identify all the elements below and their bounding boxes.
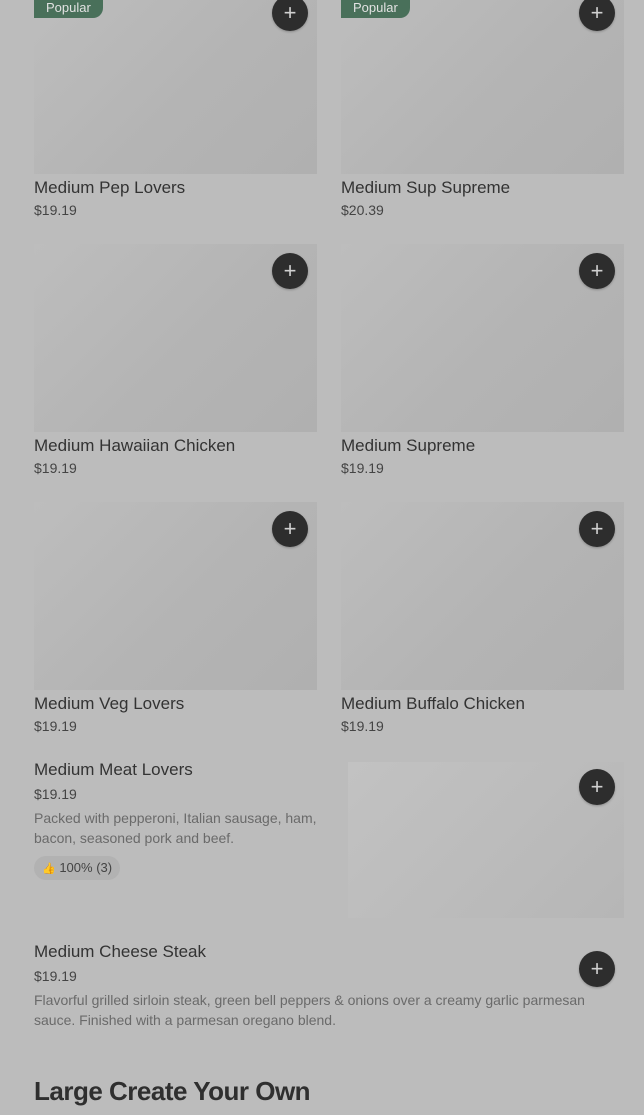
item-description: Packed with pepperoni, Italian sausage, …	[34, 810, 317, 846]
item-name: Medium Veg Lovers	[34, 694, 185, 713]
popular-badge: Popular	[341, 0, 410, 18]
item-price: $20.39	[341, 202, 384, 218]
item-price: $19.19	[341, 718, 384, 734]
item-price: $19.19	[34, 460, 77, 476]
menu-item-card[interactable]: + Medium Supreme $19.19	[341, 244, 624, 484]
item-price: $19.19	[34, 202, 77, 218]
add-item-button[interactable]: +	[579, 511, 615, 547]
menu-item-card[interactable]: Popular + Medium Pep Lovers $19.19	[34, 0, 317, 230]
item-name: Medium Pep Lovers	[34, 178, 186, 197]
add-item-button[interactable]: +	[272, 253, 308, 289]
item-name: Medium Meat Lovers	[34, 760, 193, 779]
rating-badge: 👍 100% (3)	[34, 856, 121, 880]
menu-list-item[interactable]: Medium Meat Lovers $19.19 Packed with pe…	[0, 758, 644, 922]
item-image	[341, 0, 624, 174]
rating-value: 100% (3)	[59, 860, 113, 875]
item-price: $19.19	[341, 460, 384, 476]
item-name: Medium Cheese Steak	[34, 942, 206, 961]
add-item-button[interactable]: +	[272, 511, 308, 547]
menu-list-item[interactable]: Medium Cheese Steak $19.19 Flavorful gri…	[0, 940, 644, 1040]
add-item-button[interactable]: +	[579, 951, 615, 987]
add-item-button[interactable]: +	[579, 253, 615, 289]
menu-item-card[interactable]: + Medium Buffalo Chicken $19.19	[341, 502, 624, 742]
item-name: Medium Buffalo Chicken	[341, 694, 525, 713]
menu-item-card[interactable]: Popular + Medium Sup Supreme $20.39	[341, 0, 624, 230]
item-image	[34, 0, 317, 174]
item-price: $19.19	[34, 786, 77, 802]
item-name: Medium Supreme	[341, 436, 476, 455]
item-price: $19.19	[34, 968, 77, 984]
item-name: Medium Sup Supreme	[341, 178, 511, 197]
popular-badge: Popular	[34, 0, 103, 18]
item-name: Medium Hawaiian Chicken	[34, 436, 236, 455]
menu-item-card[interactable]: + Medium Hawaiian Chicken $19.19	[34, 244, 317, 484]
item-description: Flavorful grilled sirloin steak, green b…	[34, 992, 585, 1028]
thumbs-up-icon: 👍	[42, 863, 56, 875]
item-price: $19.19	[34, 718, 77, 734]
menu-item-card[interactable]: + Medium Veg Lovers $19.19	[34, 502, 317, 742]
section-title: Large Create Your Own	[34, 1076, 311, 1106]
add-item-button[interactable]: +	[579, 769, 615, 805]
